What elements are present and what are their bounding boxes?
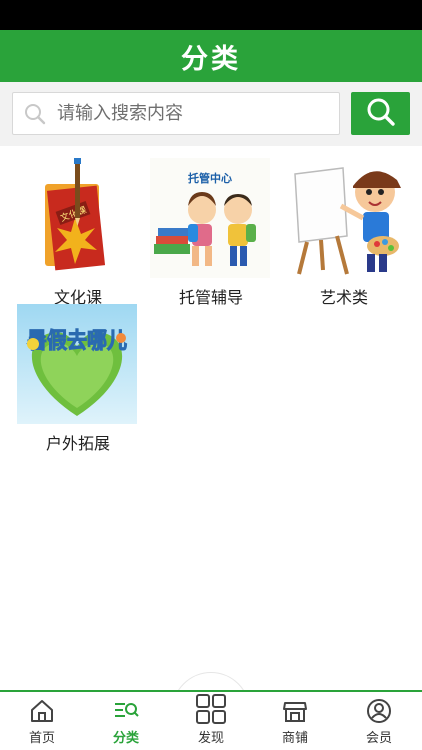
tab-label: 分类 — [112, 731, 139, 746]
search-button[interactable] — [351, 92, 410, 135]
culture-book-image: 文化课 — [17, 158, 137, 278]
category-label: 托管辅导 — [178, 288, 243, 307]
outdoor-image-text: 暑假去哪儿 — [27, 329, 127, 354]
home-icon — [28, 697, 56, 725]
search-icon — [366, 97, 396, 131]
category-item-tutoring[interactable]: 托管中心 托管辅导 — [150, 158, 272, 308]
category-icon — [112, 697, 140, 725]
grid-icon — [194, 692, 228, 725]
outdoor-summer-image: 暑假去哪儿 — [17, 304, 137, 424]
tutoring-image-text: 托管中心 — [188, 171, 232, 185]
category-item-art[interactable]: 艺术类 — [283, 158, 405, 308]
search-bar — [0, 82, 422, 146]
tab-label: 发现 — [197, 731, 224, 746]
search-icon — [13, 92, 57, 135]
tab-label: 首页 — [28, 731, 55, 746]
status-bar — [0, 0, 422, 30]
bottom-tab-bar: 首页 分类 发现 商铺 会员 — [0, 690, 422, 750]
tab-member[interactable]: 会员 — [337, 692, 421, 750]
tab-category[interactable]: 分类 — [84, 692, 168, 750]
store-icon — [281, 697, 309, 725]
tab-label: 会员 — [365, 731, 392, 746]
category-item-outdoor[interactable]: 暑假去哪儿 户外拓展 — [17, 304, 139, 454]
search-field[interactable] — [12, 92, 340, 135]
tab-home[interactable]: 首页 — [0, 692, 84, 750]
page-title: 分类 — [181, 43, 241, 75]
tutoring-kids-image: 托管中心 — [150, 158, 270, 278]
user-icon — [365, 697, 393, 725]
app-header: 分类 — [0, 30, 422, 82]
category-item-culture[interactable]: 文化课 文化课 — [17, 158, 139, 308]
search-input[interactable] — [57, 103, 327, 124]
tab-discover[interactable]: 发现 — [169, 692, 253, 750]
tab-label: 商铺 — [281, 731, 308, 746]
category-label: 艺术类 — [319, 288, 368, 307]
category-label: 户外拓展 — [45, 434, 110, 453]
tab-store[interactable]: 商铺 — [253, 692, 337, 750]
art-painter-image — [283, 158, 403, 278]
